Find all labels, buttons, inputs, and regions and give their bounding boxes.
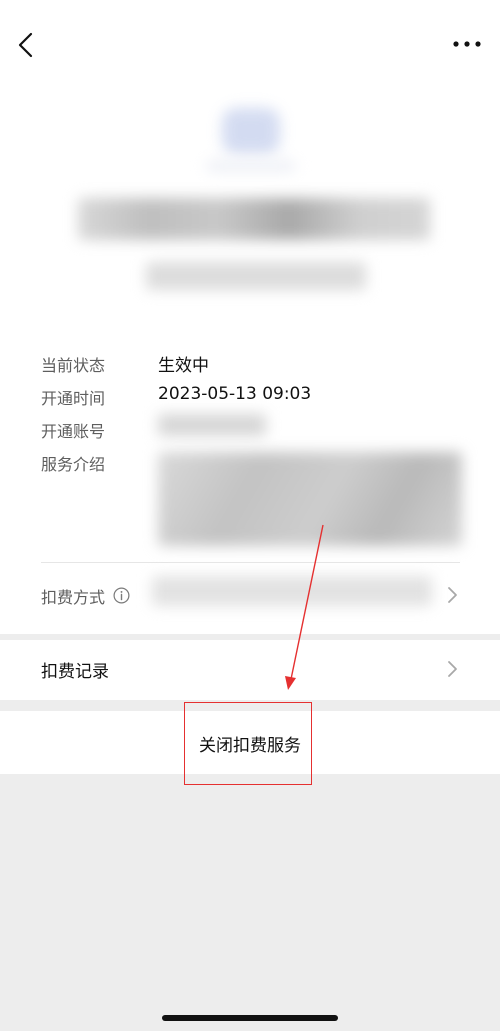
info-icon[interactable] <box>113 587 130 604</box>
service-logo-caption-redacted <box>206 160 296 172</box>
chevron-left-icon[interactable] <box>14 30 38 60</box>
account-value-redacted <box>158 414 266 436</box>
highlight-box <box>184 702 312 785</box>
payment-method-value-redacted <box>152 576 432 606</box>
service-subtitle-redacted <box>146 262 366 290</box>
payment-method-label: 扣费方式 <box>41 588 106 607</box>
opened-time-value: 2023-05-13 09:03 <box>158 384 312 404</box>
opened-time-label: 开通时间 <box>41 389 106 408</box>
divider <box>41 562 460 563</box>
description-label: 服务介绍 <box>41 455 106 474</box>
description-value-redacted <box>158 452 462 546</box>
charge-records-label: 扣费记录 <box>41 662 109 682</box>
chevron-right-icon <box>448 661 457 677</box>
more-dots-icon[interactable] <box>452 38 482 50</box>
account-label: 开通账号 <box>41 422 106 441</box>
status-value: 生效中 <box>158 356 209 376</box>
home-indicator[interactable] <box>162 1015 338 1021</box>
service-name-redacted <box>78 198 430 240</box>
status-label: 当前状态 <box>41 356 106 375</box>
charge-records-row[interactable]: 扣费记录 <box>0 640 500 700</box>
payment-method-chevron-icon[interactable] <box>446 586 458 604</box>
service-logo-redacted <box>222 108 280 154</box>
